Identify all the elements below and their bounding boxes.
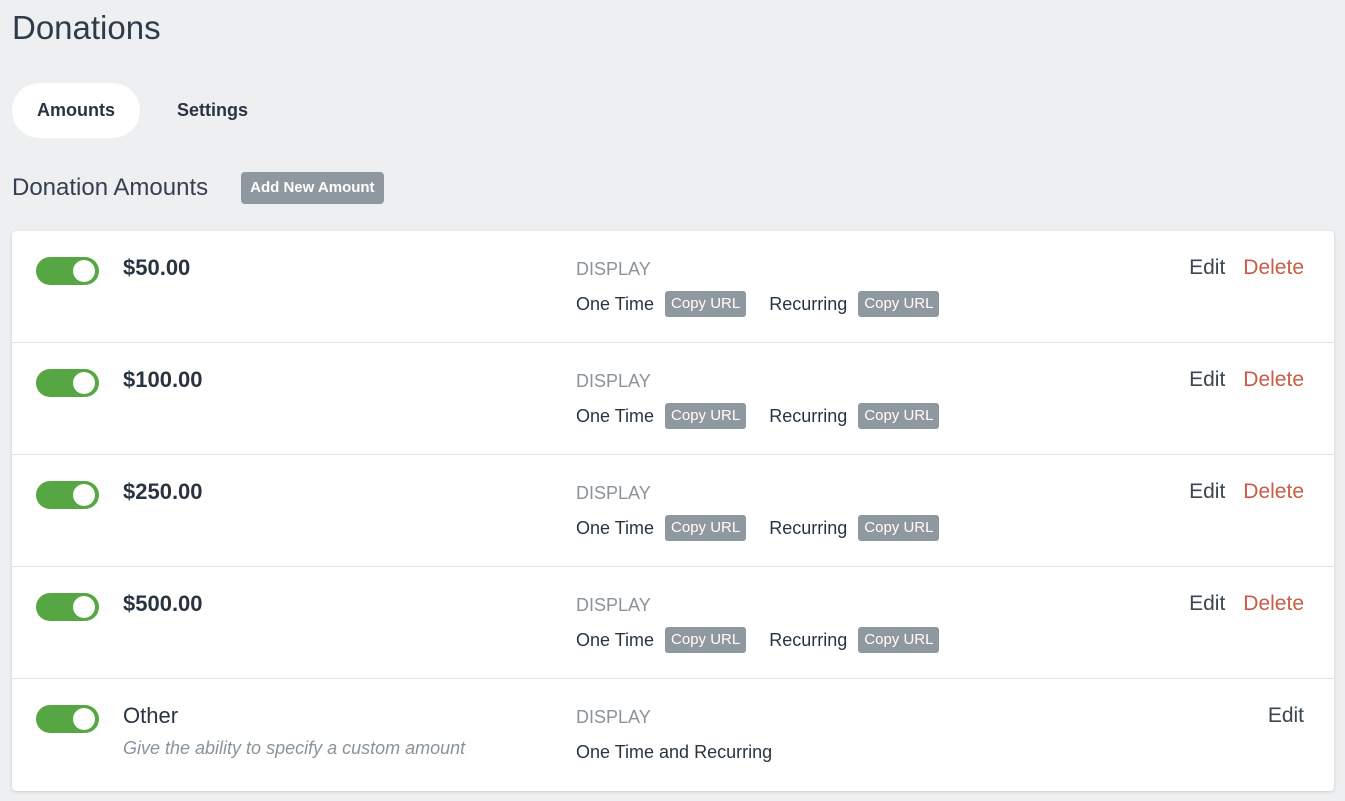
delete-link[interactable]: Delete: [1243, 256, 1304, 280]
donation-amounts-list: $50.00 DISPLAY One Time Copy URL Recurri…: [12, 231, 1334, 791]
other-description: Give the ability to specify a custom amo…: [123, 738, 466, 758]
amount-row: $50.00 DISPLAY One Time Copy URL Recurri…: [12, 231, 1334, 343]
amount-value: $500.00: [123, 591, 203, 616]
url-links: One Time Copy URL Recurring Copy URL: [576, 403, 940, 429]
row-actions: Edit Delete: [1189, 591, 1304, 617]
row-actions: Edit: [1268, 703, 1304, 729]
amount-row: $250.00 DISPLAY One Time Copy URL Recurr…: [12, 455, 1334, 567]
recurring-label: Recurring: [769, 294, 848, 314]
display-label: DISPLAY: [576, 707, 651, 727]
amount-value: $250.00: [123, 479, 203, 504]
enable-toggle[interactable]: [36, 481, 99, 509]
delete-link[interactable]: Delete: [1243, 592, 1304, 616]
toggle-knob: [73, 596, 95, 618]
toggle-knob: [73, 484, 95, 506]
enable-toggle[interactable]: [36, 593, 99, 621]
display-label: DISPLAY: [576, 371, 651, 391]
display-value: One Time and Recurring: [576, 739, 772, 765]
enable-toggle[interactable]: [36, 705, 99, 733]
enable-toggle[interactable]: [36, 369, 99, 397]
amount-row: $500.00 DISPLAY One Time Copy URL Recurr…: [12, 567, 1334, 679]
one-time-label: One Time: [576, 518, 655, 538]
delete-link[interactable]: Delete: [1243, 480, 1304, 504]
tab-settings[interactable]: Settings: [161, 83, 264, 138]
edit-link[interactable]: Edit: [1189, 592, 1225, 616]
one-time-label: One Time: [576, 406, 655, 426]
page-title: Donations: [12, 9, 161, 46]
recurring-label: Recurring: [769, 630, 848, 650]
amount-value: $100.00: [123, 367, 203, 392]
amount-row: $100.00 DISPLAY One Time Copy URL Recurr…: [12, 343, 1334, 455]
one-time-label: One Time: [576, 630, 655, 650]
url-links: One Time Copy URL Recurring Copy URL: [576, 515, 940, 541]
copy-one-time-url-button[interactable]: Copy URL: [665, 403, 747, 429]
display-value-text: One Time and Recurring: [576, 742, 773, 762]
delete-link[interactable]: Delete: [1243, 368, 1304, 392]
edit-link[interactable]: Edit: [1189, 480, 1225, 504]
copy-recurring-url-button[interactable]: Copy URL: [858, 627, 940, 653]
section-title: Donation Amounts: [12, 174, 209, 201]
edit-link[interactable]: Edit: [1189, 368, 1225, 392]
tab-bar: Amounts Settings: [12, 83, 264, 138]
copy-one-time-url-button[interactable]: Copy URL: [665, 627, 747, 653]
copy-recurring-url-button[interactable]: Copy URL: [858, 291, 940, 317]
row-actions: Edit Delete: [1189, 479, 1304, 505]
copy-one-time-url-button[interactable]: Copy URL: [665, 515, 747, 541]
toggle-knob: [73, 260, 95, 282]
section-header: Donation Amounts Add New Amount: [12, 172, 384, 204]
amount-value: $50.00: [123, 255, 191, 280]
enable-toggle[interactable]: [36, 257, 99, 285]
one-time-label: One Time: [576, 294, 655, 314]
edit-link[interactable]: Edit: [1268, 704, 1304, 728]
url-links: One Time Copy URL Recurring Copy URL: [576, 291, 940, 317]
display-label: DISPLAY: [576, 483, 651, 503]
recurring-label: Recurring: [769, 518, 848, 538]
other-label: Other: [123, 703, 179, 728]
display-label: DISPLAY: [576, 259, 651, 279]
edit-link[interactable]: Edit: [1189, 256, 1225, 280]
toggle-knob: [73, 708, 95, 730]
toggle-knob: [73, 372, 95, 394]
copy-recurring-url-button[interactable]: Copy URL: [858, 403, 940, 429]
row-actions: Edit Delete: [1189, 255, 1304, 281]
copy-one-time-url-button[interactable]: Copy URL: [665, 291, 747, 317]
url-links: One Time Copy URL Recurring Copy URL: [576, 627, 940, 653]
copy-recurring-url-button[interactable]: Copy URL: [858, 515, 940, 541]
add-new-amount-button[interactable]: Add New Amount: [241, 172, 384, 204]
tab-amounts[interactable]: Amounts: [12, 83, 140, 138]
row-actions: Edit Delete: [1189, 367, 1304, 393]
display-label: DISPLAY: [576, 595, 651, 615]
other-amount-row: Other Give the ability to specify a cust…: [12, 679, 1334, 791]
recurring-label: Recurring: [769, 406, 848, 426]
